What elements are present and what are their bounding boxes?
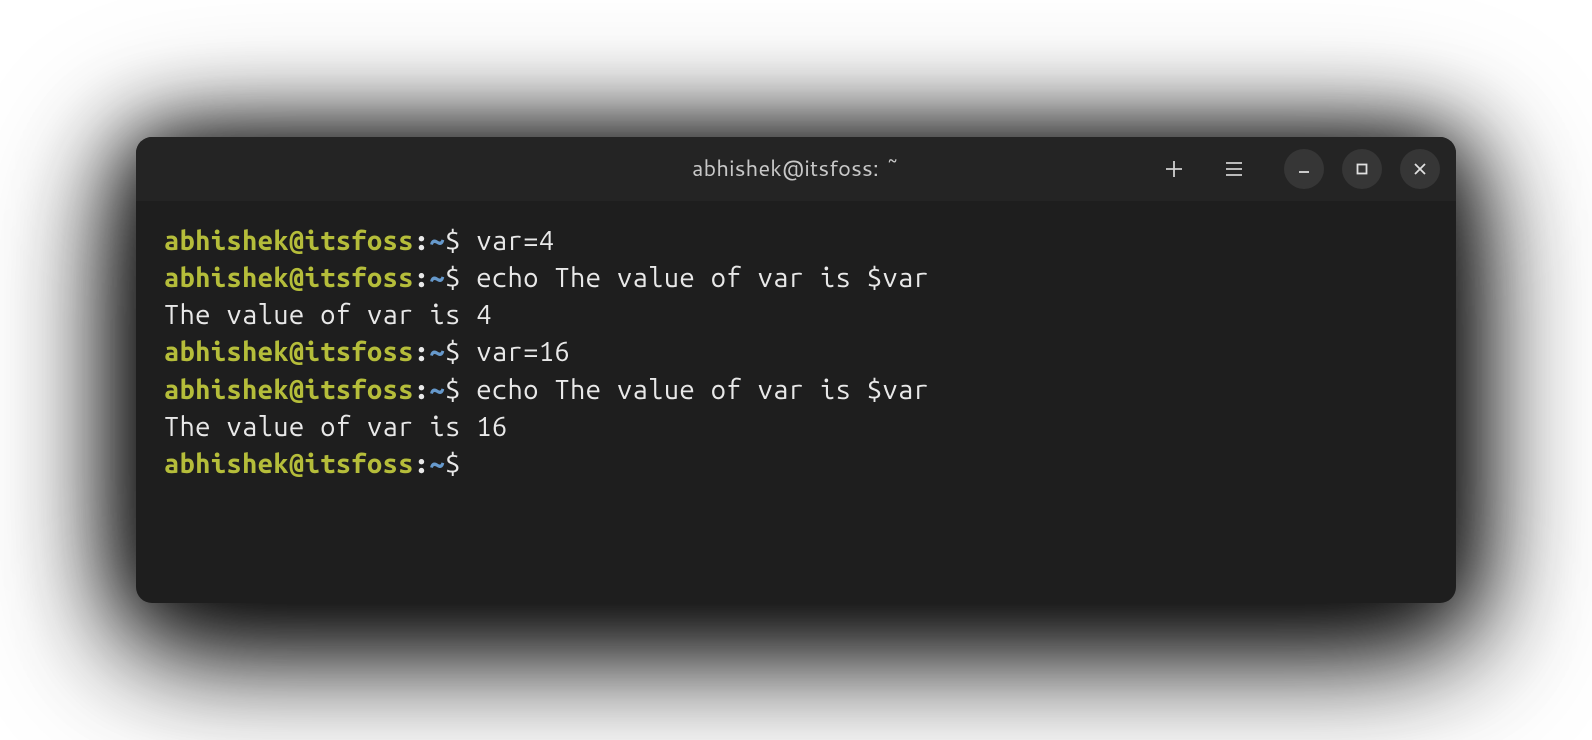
prompt-path: ~: [430, 226, 446, 256]
command-text: echo The value of var is $var: [476, 263, 929, 293]
output-text: The value of var is 16: [164, 412, 508, 442]
titlebar-controls: [1156, 149, 1440, 189]
maximize-button[interactable]: [1342, 149, 1382, 189]
minimize-icon: [1296, 161, 1312, 177]
prompt-user-host: abhishek@itsfoss: [164, 263, 414, 293]
prompt-dollar: $: [445, 337, 476, 367]
terminal-line: abhishek@itsfoss:~$ echo The value of va…: [164, 260, 1428, 297]
hamburger-icon: [1223, 158, 1245, 180]
terminal-window: abhishek@itsfoss: ~: [136, 137, 1456, 604]
prompt-colon: :: [414, 337, 430, 367]
command-text: echo The value of var is $var: [476, 375, 929, 405]
prompt-path: ~: [430, 375, 446, 405]
terminal-line: abhishek@itsfoss:~$ echo The value of va…: [164, 372, 1428, 409]
close-button[interactable]: [1400, 149, 1440, 189]
close-icon: [1412, 161, 1428, 177]
output-text: The value of var is 4: [164, 300, 492, 330]
minimize-button[interactable]: [1284, 149, 1324, 189]
terminal-line: abhishek@itsfoss:~$ var=16: [164, 334, 1428, 371]
prompt-user-host: abhishek@itsfoss: [164, 449, 414, 479]
terminal-line: The value of var is 4: [164, 297, 1428, 334]
titlebar: abhishek@itsfoss: ~: [136, 137, 1456, 201]
prompt-colon: :: [414, 375, 430, 405]
prompt-colon: :: [414, 449, 430, 479]
prompt-user-host: abhishek@itsfoss: [164, 226, 414, 256]
command-text: var=16: [476, 337, 570, 367]
plus-icon: [1163, 158, 1185, 180]
menu-button[interactable]: [1216, 151, 1252, 187]
terminal-body[interactable]: abhishek@itsfoss:~$ var=4abhishek@itsfos…: [136, 201, 1456, 604]
terminal-line: abhishek@itsfoss:~$ var=4: [164, 223, 1428, 260]
prompt-user-host: abhishek@itsfoss: [164, 375, 414, 405]
prompt-colon: :: [414, 263, 430, 293]
prompt-dollar: $: [445, 375, 476, 405]
window-title: abhishek@itsfoss: ~: [692, 153, 900, 184]
terminal-line: abhishek@itsfoss:~$: [164, 446, 1428, 483]
terminal-line: The value of var is 16: [164, 409, 1428, 446]
prompt-dollar: $: [445, 263, 476, 293]
command-text: var=4: [476, 226, 554, 256]
prompt-user-host: abhishek@itsfoss: [164, 337, 414, 367]
maximize-icon: [1354, 161, 1370, 177]
prompt-dollar: $: [445, 226, 476, 256]
prompt-colon: :: [414, 226, 430, 256]
prompt-path: ~: [430, 337, 446, 367]
prompt-path: ~: [430, 449, 446, 479]
prompt-path: ~: [430, 263, 446, 293]
new-tab-button[interactable]: [1156, 151, 1192, 187]
prompt-dollar: $: [445, 449, 476, 479]
